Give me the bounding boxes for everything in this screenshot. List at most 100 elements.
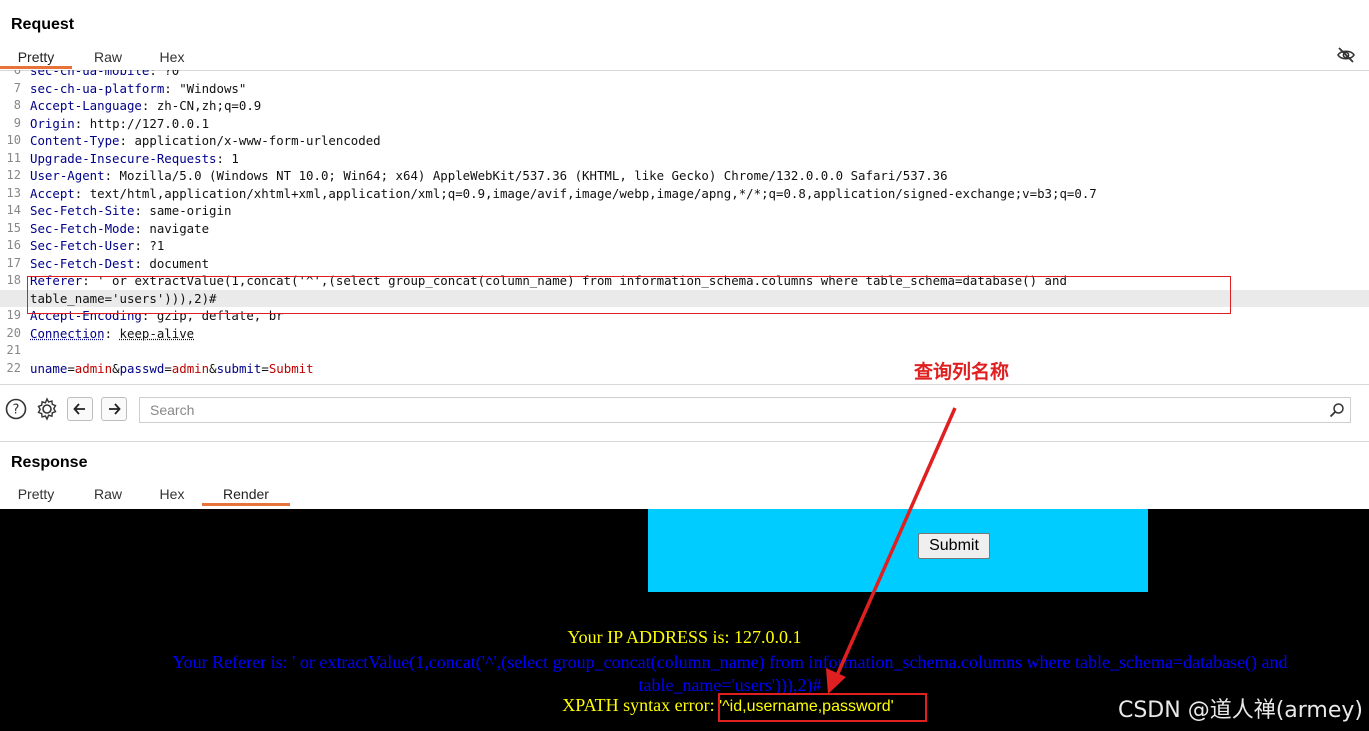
header-line: Sec-Fetch-Site: same-origin <box>30 202 231 220</box>
header-line: sec-ch-ua-platform: "Windows" <box>30 80 246 98</box>
header-value: same-origin <box>149 203 232 218</box>
request-tabs: Pretty Raw Hex <box>0 47 200 69</box>
tab-pretty[interactable]: Pretty <box>0 47 72 69</box>
referer-highlight-box <box>27 276 1231 314</box>
tab-render[interactable]: Render <box>202 484 290 506</box>
header-name: Accept <box>30 185 75 201</box>
header-value: text/html,application/xhtml+xml,applicat… <box>89 185 1097 201</box>
header-name: Accept-Language <box>30 98 142 113</box>
line-number: 9 <box>13 115 21 130</box>
editor-line: 14 Sec-Fetch-Site: same-origin <box>0 202 1369 220</box>
line-number: 17 <box>6 255 21 270</box>
referer-text: Your Referer is: ' or extractValue(1,con… <box>172 652 1288 695</box>
header-separator: : <box>74 115 90 131</box>
eye-slash-icon[interactable] <box>1337 46 1355 64</box>
tab-pretty[interactable]: Pretty <box>0 484 72 506</box>
tab-raw[interactable]: Raw <box>72 47 144 69</box>
line-number: 18 <box>6 273 21 287</box>
editor-line: 20 Connection: keep-alive <box>0 325 1369 343</box>
param-equals: = <box>261 360 269 376</box>
tab-hex[interactable]: Hex <box>144 47 200 69</box>
arrow-left-icon <box>73 403 85 415</box>
header-value: keep-alive <box>119 325 195 341</box>
header-value: ?1 <box>149 238 165 253</box>
header-separator: : <box>134 203 150 218</box>
forward-button[interactable] <box>101 397 127 421</box>
editor-line: 12 User-Agent: Mozilla/5.0 (Windows NT 10… <box>0 167 1369 185</box>
header-line: Connection: keep-alive <box>30 325 194 343</box>
line-number: 10 <box>6 133 21 147</box>
header-value: ?0 <box>164 70 180 78</box>
editor-line: 17 Sec-Fetch-Dest: document <box>0 255 1369 273</box>
line-number: 7 <box>13 80 21 95</box>
header-name: Sec-Fetch-Dest <box>30 255 135 271</box>
divider <box>0 441 1369 442</box>
editor-line: 11 Upgrade-Insecure-Requests: 1 <box>0 150 1369 168</box>
line-number: 11 <box>6 150 21 165</box>
editor-line: 22 uname=admin&passwd=admin&submit=Submit <box>0 360 1369 378</box>
line-number: 15 <box>6 220 21 235</box>
header-separator: : <box>74 185 90 201</box>
editor-line: 15 Sec-Fetch-Mode: navigate <box>0 220 1369 238</box>
line-number: 8 <box>13 98 21 112</box>
header-name: Content-Type <box>30 133 120 148</box>
header-name: sec-ch-ua-mobile <box>30 70 150 78</box>
editor-line: 6 sec-ch-ua-mobile: ?0 <box>0 70 1369 80</box>
search-icon[interactable] <box>1329 402 1345 418</box>
param-name: passwd <box>119 360 165 376</box>
header-separator: : <box>104 168 120 183</box>
header-name: Upgrade-Insecure-Requests <box>30 150 217 166</box>
search-bar: ? Search <box>0 396 1369 426</box>
line-number: 14 <box>6 203 21 217</box>
editor-line: 8 Accept-Language: zh-CN,zh;q=0.9 <box>0 97 1369 115</box>
annotation-label: 查询列名称 <box>914 361 1010 383</box>
request-editor[interactable]: 6 sec-ch-ua-mobile: ?0 7 sec-ch-ua-platform… <box>0 70 1369 382</box>
svg-text:?: ? <box>13 403 20 418</box>
header-separator: : <box>104 325 120 341</box>
header-line: Origin: http://127.0.0.1 <box>30 115 209 133</box>
header-separator: : <box>134 255 150 271</box>
header-line: Accept-Language: zh-CN,zh;q=0.9 <box>30 97 261 115</box>
param-name: submit <box>216 360 262 376</box>
header-name: Connection <box>30 325 105 341</box>
tab-hex[interactable]: Hex <box>144 484 200 506</box>
param-equals: = <box>164 360 172 376</box>
form-box <box>648 509 1148 592</box>
param-value: admin <box>74 360 113 376</box>
header-line: User-Agent: Mozilla/5.0 (Windows NT 10.0… <box>30 167 948 185</box>
tab-raw[interactable]: Raw <box>72 484 144 506</box>
submit-button[interactable]: Submit <box>918 533 990 559</box>
param-value: admin <box>171 360 210 376</box>
header-value: Mozilla/5.0 (Windows NT 10.0; Win64; x64… <box>119 168 948 183</box>
header-line: Content-Type: application/x-www-form-url… <box>30 132 381 150</box>
header-name: sec-ch-ua-platform <box>30 80 165 96</box>
header-line: Sec-Fetch-Mode: navigate <box>30 220 209 238</box>
header-separator: : <box>164 80 180 96</box>
header-value: application/x-www-form-urlencoded <box>134 133 381 148</box>
header-name: Origin <box>30 115 75 131</box>
gear-icon[interactable] <box>35 397 59 421</box>
param-separator: & <box>112 360 120 376</box>
header-line: sec-ch-ua-mobile: ?0 <box>30 70 179 80</box>
line-number: 21 <box>6 343 21 357</box>
header-value: http://127.0.0.1 <box>89 115 210 131</box>
line-number: 20 <box>6 325 21 340</box>
response-title: Response <box>11 454 88 471</box>
request-title: Request <box>11 16 75 33</box>
editor-line: 9 Origin: http://127.0.0.1 <box>0 115 1369 133</box>
header-name: Sec-Fetch-User <box>30 238 135 253</box>
watermark: CSDN @道人禅(armey) <box>1117 698 1363 723</box>
header-name: User-Agent <box>30 168 105 183</box>
back-button[interactable] <box>67 397 93 421</box>
header-name: Sec-Fetch-Mode <box>30 220 135 236</box>
line-number: 19 <box>6 308 21 322</box>
ip-address-text: Your IP ADDRESS is: 127.0.0.1 <box>567 627 802 647</box>
header-value: zh-CN,zh;q=0.9 <box>156 98 262 113</box>
header-separator: : <box>141 98 157 113</box>
line-number: 22 <box>6 360 21 375</box>
line-number: 12 <box>6 168 21 182</box>
editor-line: 16 Sec-Fetch-User: ?1 <box>0 237 1369 255</box>
editor-line: 10 Content-Type: application/x-www-form-u… <box>0 132 1369 150</box>
help-icon[interactable]: ? <box>4 397 28 421</box>
search-input[interactable]: Search <box>139 397 1351 423</box>
